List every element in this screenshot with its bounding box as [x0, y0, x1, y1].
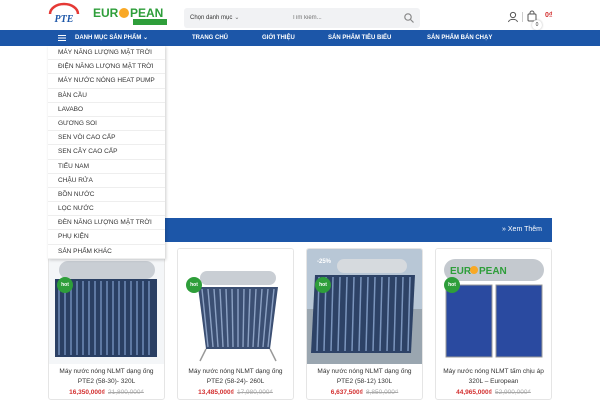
category-item[interactable]: LAVABO: [48, 103, 165, 117]
product-title[interactable]: Máy nước nóng NLMT dạng ống PTE2 (58-30)…: [53, 367, 160, 387]
category-select-label: Chọn danh mục: [190, 15, 233, 21]
chevron-down-icon: ⌄: [143, 35, 149, 41]
nav-categories-label: DANH MỤC SẢN PHẨM: [75, 35, 142, 41]
nav-categories-toggle[interactable]: DANH MỤC SẢN PHẨM ⌄: [75, 30, 148, 46]
search-input[interactable]: [292, 10, 392, 26]
user-icon[interactable]: [507, 11, 519, 23]
product-old-price: 17,980,000₫: [237, 389, 273, 396]
category-item[interactable]: ĐIỆN NĂNG LƯỢNG MẶT TRỜI: [48, 60, 165, 75]
product-price: 6,637,500₫: [330, 389, 363, 396]
search-icon[interactable]: [403, 12, 415, 24]
category-item[interactable]: BỒN NƯỚC: [48, 188, 165, 203]
svg-text:EUR: EUR: [450, 266, 472, 277]
product-card[interactable]: hot Máy nước nóng NLMT dạng ống PTE2 (58…: [48, 248, 165, 400]
svg-text:EUR: EUR: [93, 6, 119, 20]
chevron-down-icon: ⌄: [234, 15, 240, 21]
product-image[interactable]: [178, 249, 293, 364]
category-item[interactable]: MÁY NƯỚC NÓNG HEAT PUMP: [48, 74, 165, 89]
hot-badge: hot: [315, 277, 331, 293]
category-item[interactable]: SẢN PHẨM KHÁC: [48, 245, 165, 259]
product-title[interactable]: Máy nước nóng NLMT dạng ống PTE2 (58-24)…: [182, 367, 289, 387]
search-bar: Chọn danh mục ⌄: [184, 8, 420, 28]
nav-item-about[interactable]: GIỚI THIỆU: [262, 30, 295, 46]
product-image[interactable]: [307, 249, 422, 364]
product-price: 16,350,000₫: [69, 389, 105, 396]
category-item[interactable]: TIỂU NAM: [48, 160, 165, 174]
category-item[interactable]: PHỤ KIỆN: [48, 230, 165, 245]
divider: [522, 12, 523, 22]
product-title[interactable]: Máy nước nóng NLMT dạng ống PTE2 (58-12)…: [311, 367, 418, 387]
header: PTE EUR PEAN Chọn danh mục⌄ 0 0₫: [0, 0, 600, 30]
hot-badge: hot: [186, 277, 202, 293]
pte-logo[interactable]: PTE: [46, 2, 82, 28]
cart-total[interactable]: 0₫: [545, 12, 553, 19]
category-item[interactable]: MÁY NĂNG LƯỢNG MẶT TRỜI: [48, 46, 165, 61]
main-nav: DANH MỤC SẢN PHẨM ⌄ TRANG CHỦ GIỚI THIỆU…: [0, 30, 600, 46]
product-old-price: 21,800,000₫: [108, 389, 144, 396]
cart-count-badge: 0: [532, 20, 542, 30]
svg-text:PTE: PTE: [55, 14, 74, 25]
category-dropdown: MÁY NĂNG LƯỢNG MẶT TRỜI ĐIỆN NĂNG LƯỢNG …: [48, 46, 165, 259]
hero-banner: [165, 46, 552, 216]
product-old-price: 52,900,000₫: [495, 389, 531, 396]
product-price: 13,485,000₫: [198, 389, 234, 396]
price-row: 16,350,000₫ 21,800,000₫: [49, 389, 164, 396]
category-item[interactable]: CHẬU RỬA: [48, 174, 165, 188]
product-card[interactable]: EUR PEAN hot Máy nước nóng NLMT tấm chịu…: [435, 248, 552, 400]
product-price: 44,965,000₫: [456, 389, 492, 396]
hot-badge: hot: [57, 277, 73, 293]
category-item[interactable]: GƯƠNG SOI: [48, 117, 165, 132]
price-row: 6,637,500₫ 8,850,000₫: [307, 389, 422, 396]
european-solar-logo[interactable]: EUR PEAN: [93, 4, 181, 26]
nav-item-home[interactable]: TRANG CHỦ: [192, 30, 228, 46]
product-old-price: 8,850,000₫: [366, 389, 399, 396]
nav-item-featured[interactable]: SẢN PHẨM TIÊU BIỂU: [328, 30, 391, 46]
hamburger-menu-icon[interactable]: [58, 34, 66, 42]
category-item[interactable]: LỌC NƯỚC: [48, 202, 165, 217]
svg-text:PEAN: PEAN: [479, 266, 507, 277]
product-image[interactable]: EUR PEAN: [436, 249, 551, 364]
category-item[interactable]: ĐÈN NĂNG LƯỢNG MẶT TRỜI: [48, 216, 165, 231]
category-item[interactable]: SEN VÒI CAO CẤP: [48, 131, 165, 146]
see-more-link[interactable]: » Xem Thêm: [502, 218, 542, 242]
category-item[interactable]: SEN CÂY CAO CẤP: [48, 145, 165, 160]
category-select[interactable]: Chọn danh mục ⌄: [190, 8, 239, 28]
nav-item-best-sellers[interactable]: SẢN PHẨM BÁN CHẠY: [427, 30, 492, 46]
product-title[interactable]: Máy nước nóng NLMT tấm chịu áp 320L – Eu…: [440, 367, 547, 387]
category-item[interactable]: BÀN CẦU: [48, 89, 165, 103]
hot-badge: hot: [444, 277, 460, 293]
discount-badge: -25%: [317, 259, 332, 265]
price-row: 13,485,000₫ 17,980,000₫: [178, 389, 293, 396]
product-image[interactable]: [49, 249, 164, 364]
product-card[interactable]: -25% hot Máy nước nóng NLMT dạng ống PTE…: [306, 248, 423, 400]
price-row: 44,965,000₫ 52,900,000₫: [436, 389, 551, 396]
product-card[interactable]: hot Máy nước nóng NLMT dạng ống PTE2 (58…: [177, 248, 294, 400]
svg-text:PEAN: PEAN: [130, 6, 163, 20]
